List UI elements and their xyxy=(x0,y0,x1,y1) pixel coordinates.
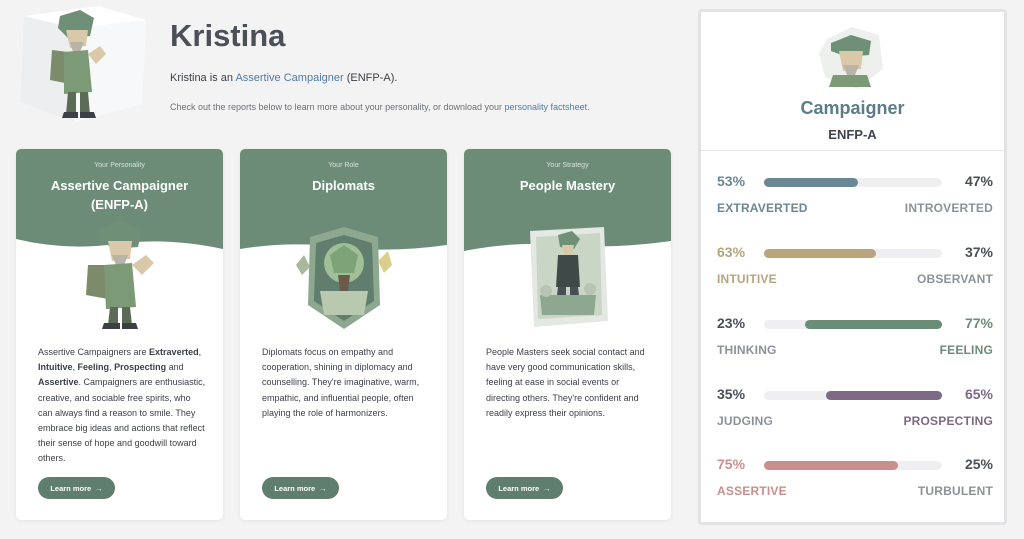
type-code: ENFP-A xyxy=(828,127,877,142)
trait-right-percent: 65% xyxy=(964,386,993,402)
trait-left-percent: 35% xyxy=(717,386,746,402)
campaigner-avatar xyxy=(18,6,148,124)
card-description: People Masters seek social contact and h… xyxy=(486,347,645,418)
trait-right-label: OBSERVANT xyxy=(916,272,993,286)
trait-left-percent: 53% xyxy=(717,173,746,189)
trait-right-percent: 37% xyxy=(964,244,993,260)
card-title-line1: Diplomats xyxy=(312,178,375,193)
card-eyebrow: Your Role xyxy=(328,162,359,169)
trait-bar xyxy=(764,320,942,329)
campaigner-illustration xyxy=(86,221,154,329)
card-description: Assertive Campaigners are Extraverted, I… xyxy=(38,347,206,464)
trait-left-label: EXTRAVERTED xyxy=(717,201,808,215)
trait-right-label: INTROVERTED xyxy=(904,201,993,215)
hint-suffix: . xyxy=(587,102,590,112)
trait-bar xyxy=(764,461,942,470)
trait-right-label: FEELING xyxy=(939,343,993,357)
people-mastery-illustration xyxy=(530,227,608,327)
trait-left-percent: 23% xyxy=(717,315,746,331)
intro-suffix: (ENFP-A). xyxy=(346,72,398,84)
trait-bar-fill xyxy=(826,391,942,400)
learn-more-button[interactable]: Learn more → xyxy=(38,477,115,499)
campaigner-avatar xyxy=(819,27,883,89)
trait-row: 63% 37% INTUITIVE OBSERVANT xyxy=(717,244,993,294)
learn-more-button[interactable]: Learn more → xyxy=(262,477,339,499)
arrow-right-icon: → xyxy=(319,483,327,493)
type-title: Campaigner xyxy=(800,98,905,118)
trait-bar-fill xyxy=(764,178,858,187)
trait-row: 53% 47% EXTRAVERTED INTROVERTED xyxy=(717,173,993,223)
trait-bar-fill xyxy=(764,461,898,470)
card-description: Diplomats focus on empathy and cooperati… xyxy=(262,347,420,418)
card-eyebrow: Your Personality xyxy=(94,162,145,169)
trait-row: 75% 25% ASSERTIVE TURBULENT xyxy=(717,456,993,506)
personality-card: Your Personality Assertive Campaigner (E… xyxy=(16,149,223,520)
trait-row: 35% 65% JUDGING PROSPECTING xyxy=(717,386,993,436)
diplomats-emblem-illustration xyxy=(296,227,392,329)
trait-bar-fill xyxy=(764,249,876,258)
trait-left-label: INTUITIVE xyxy=(717,272,777,286)
arrow-right-icon: → xyxy=(95,483,103,493)
trait-left-percent: 63% xyxy=(717,244,746,260)
personality-profile-panel: Campaigner ENFP-A 53% 47% EXTRAVERTED INTRO… xyxy=(698,9,1007,525)
learn-more-button[interactable]: Learn more → xyxy=(486,477,563,499)
card-eyebrow: Your Strategy xyxy=(546,162,589,169)
trait-row: 23% 77% THINKING FEELING xyxy=(717,315,993,365)
factsheet-link[interactable]: personality factsheet xyxy=(505,102,588,112)
trait-right-label: TURBULENT xyxy=(917,484,993,498)
card-title: Assertive Campaigner (ENFP-A) xyxy=(16,176,223,214)
trait-right-percent: 47% xyxy=(964,173,993,189)
card-title: Diplomats xyxy=(240,176,447,195)
card-title-line2: (ENFP-A) xyxy=(90,197,149,212)
hint-prefix: Check out the reports below to learn mor… xyxy=(170,102,503,112)
trait-left-label: THINKING xyxy=(717,343,777,357)
trait-right-percent: 25% xyxy=(964,456,993,472)
trait-left-label: ASSERTIVE xyxy=(717,484,787,498)
strategy-card: Your Strategy People Mastery People Mast… xyxy=(464,149,671,520)
intro-prefix: Kristina is an xyxy=(170,72,233,84)
trait-bar xyxy=(764,178,942,187)
card-title: People Mastery xyxy=(464,176,671,195)
trait-bar-fill xyxy=(805,320,942,329)
trait-right-label: PROSPECTING xyxy=(903,414,993,428)
trait-right-percent: 77% xyxy=(964,315,993,331)
learn-more-label: Learn more xyxy=(274,483,316,493)
hint-line: Check out the reports below to learn mor… xyxy=(170,102,590,112)
trait-bar xyxy=(764,249,942,258)
panel-header: Campaigner ENFP-A xyxy=(701,12,1004,151)
trait-left-label: JUDGING xyxy=(717,414,774,428)
trait-left-percent: 75% xyxy=(717,456,746,472)
learn-more-label: Learn more xyxy=(498,483,540,493)
arrow-right-icon: → xyxy=(543,483,551,493)
learn-more-label: Learn more xyxy=(50,483,92,493)
page-title: Kristina xyxy=(170,18,286,53)
card-title-line1: Assertive Campaigner xyxy=(50,178,189,193)
trait-bar xyxy=(764,391,942,400)
role-card: Your Role Diplomats Diplomats focus on e… xyxy=(240,149,447,520)
card-title-line1: People Mastery xyxy=(519,178,616,193)
intro-line: Kristina is an Assertive Campaigner (ENF… xyxy=(170,72,397,84)
type-link[interactable]: Assertive Campaigner xyxy=(235,72,343,84)
